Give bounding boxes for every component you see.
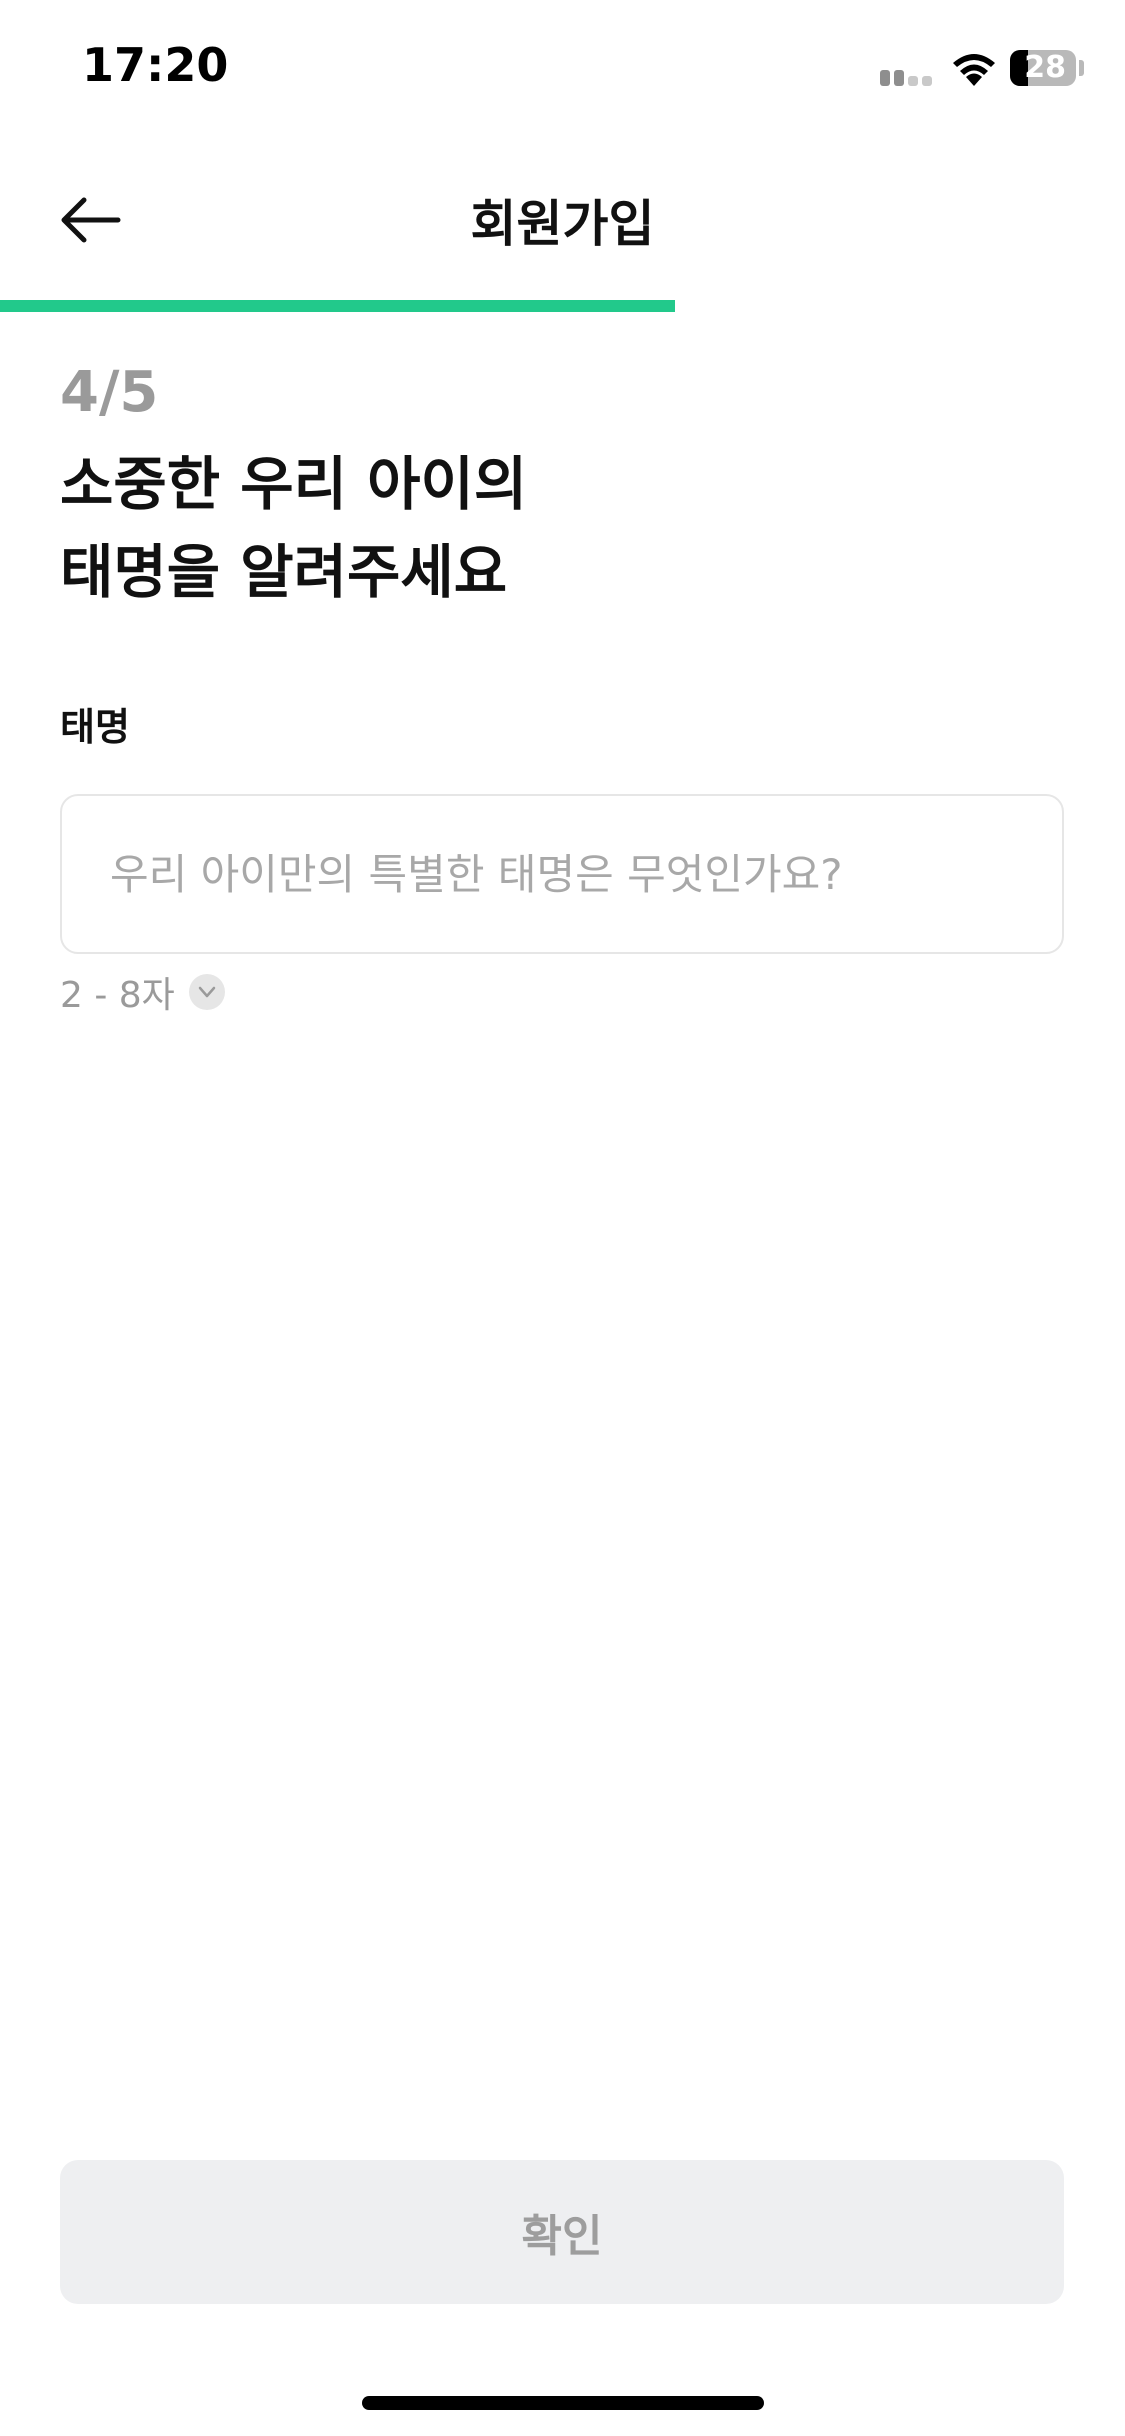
status-bar: 17:20 28 — [0, 0, 1125, 140]
home-indicator — [362, 2396, 764, 2410]
page-title: 회원가입 — [470, 195, 655, 253]
progress-bar — [0, 300, 1125, 312]
nickname-field[interactable] — [60, 794, 1064, 954]
status-time: 17:20 — [82, 38, 229, 92]
nickname-label: 태명 — [60, 705, 130, 749]
step-heading: 소중한 우리 아이의 태명을 알려주세요 — [60, 440, 527, 616]
length-hint-text: 2 - 8자 — [60, 975, 175, 1016]
signup-screen: 17:20 28 회원가입 4/5 소중한 우리 아이의 태명을 알려주세요 태… — [0, 0, 1125, 2436]
battery-icon: 28 — [1010, 50, 1076, 86]
progress-fill — [0, 300, 675, 312]
battery-level: 28 — [1024, 50, 1066, 85]
check-mark-icon — [198, 986, 216, 998]
signal-icon — [880, 66, 936, 86]
wifi-icon — [953, 54, 995, 86]
confirm-button[interactable]: 확인 — [60, 2160, 1064, 2304]
step-count: 4/5 — [60, 360, 159, 425]
heading-line-2: 태명을 알려주세요 — [60, 538, 508, 606]
nickname-input[interactable] — [110, 849, 1062, 899]
length-hint: 2 - 8자 — [60, 970, 225, 1016]
heading-line-1: 소중한 우리 아이의 — [60, 450, 528, 518]
nav-bar: 회원가입 — [0, 150, 1125, 290]
battery-nub — [1079, 60, 1084, 76]
check-circle-icon — [188, 974, 225, 1010]
